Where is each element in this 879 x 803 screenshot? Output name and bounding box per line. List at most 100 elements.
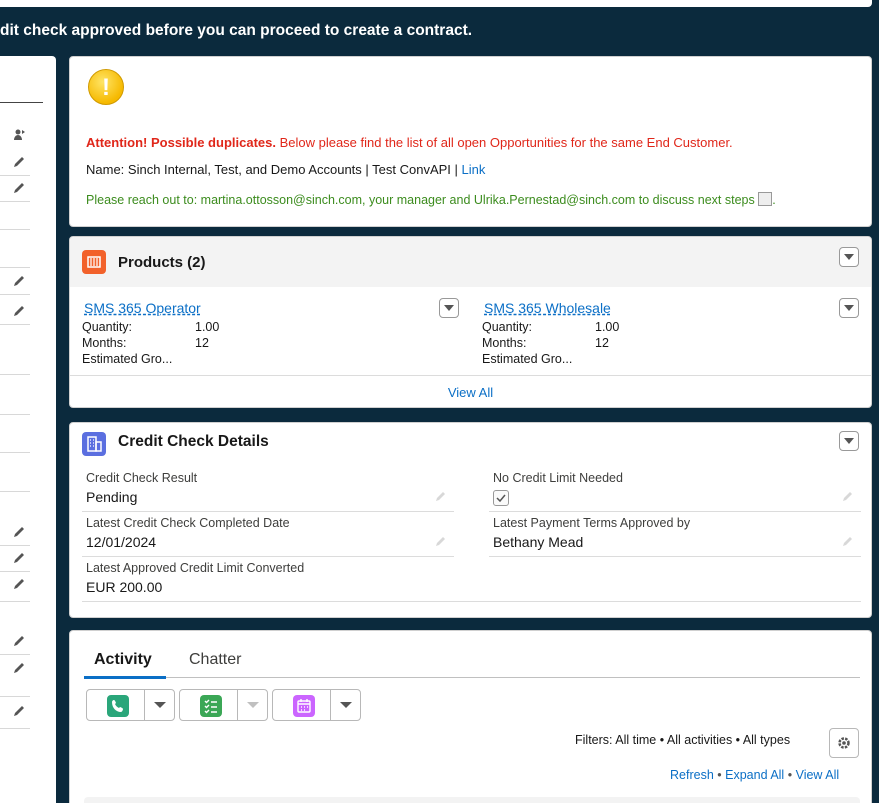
reach-out-tail: . <box>772 193 776 207</box>
top-card-edge <box>0 0 872 7</box>
field-divider <box>0 229 30 230</box>
field-divider <box>0 324 30 325</box>
quantity-value: 1.00 <box>595 320 620 334</box>
left-panel-divider <box>0 102 43 103</box>
chevron-down-icon[interactable] <box>340 702 352 708</box>
field-divider <box>489 511 861 512</box>
products-card: Products (2) SMS 365 Operator Quantity: … <box>69 236 872 408</box>
field-divider <box>0 267 30 268</box>
pencil-icon[interactable] <box>12 181 26 195</box>
pencil-icon[interactable] <box>12 155 26 169</box>
expand-all-link[interactable]: Expand All <box>725 768 784 782</box>
credit-check-title: Credit Check Details <box>118 433 269 450</box>
reach-out-line: Please reach out to: martina.ottosson@si… <box>86 192 776 207</box>
chevron-down-icon <box>247 702 259 708</box>
payment-terms-approved-link[interactable]: Bethany Mead <box>493 534 583 550</box>
duplicate-name-line: Name: Sinch Internal, Test, and Demo Acc… <box>86 162 485 177</box>
pencil-icon[interactable] <box>12 304 26 318</box>
products-title: Products (2) <box>118 254 206 271</box>
pencil-icon[interactable] <box>435 535 447 547</box>
activity-card: Activity Chatter Filters: All time • All… <box>69 630 872 803</box>
field-divider <box>489 556 861 557</box>
warning-icon: ! <box>88 69 124 105</box>
new-event-button[interactable] <box>272 689 361 721</box>
button-separator <box>330 690 331 720</box>
months-value: 12 <box>595 336 609 350</box>
quantity-value: 1.00 <box>195 320 220 334</box>
pencil-icon[interactable] <box>12 551 26 565</box>
calendar-icon <box>293 695 315 717</box>
activity-filters-text: Filters: All time • All activities • All… <box>575 733 791 747</box>
new-task-button[interactable] <box>179 689 268 721</box>
field-divider <box>0 414 30 415</box>
tab-activity[interactable]: Activity <box>94 651 152 669</box>
pencil-icon[interactable] <box>842 535 854 547</box>
gear-icon <box>838 737 850 749</box>
field-divider <box>0 654 30 655</box>
products-footer-divider <box>70 375 871 376</box>
product-row-menu-button[interactable] <box>439 298 459 318</box>
quantity-label: Quantity: <box>82 320 133 334</box>
change-owner-icon[interactable] <box>12 128 26 142</box>
duplicate-link[interactable]: Link <box>462 162 486 177</box>
credit-check-result-value: Pending <box>86 489 138 505</box>
phone-icon <box>107 695 129 717</box>
no-credit-limit-label: No Credit Limit Needed <box>493 471 623 485</box>
field-divider <box>0 601 30 602</box>
attention-line: Attention! Possible duplicates. Below pl… <box>86 135 733 150</box>
field-divider <box>82 511 454 512</box>
activity-links: Refresh • Expand All • View All <box>670 768 839 782</box>
pencil-icon[interactable] <box>435 490 447 502</box>
pencil-icon[interactable] <box>12 274 26 288</box>
product-link[interactable]: SMS 365 Operator <box>84 300 201 316</box>
field-divider <box>0 491 30 492</box>
field-divider <box>82 556 454 557</box>
pencil-icon[interactable] <box>12 634 26 648</box>
broken-image-icon <box>758 192 773 206</box>
field-divider <box>0 201 30 202</box>
pencil-icon[interactable] <box>12 661 26 675</box>
estimated-label: Estimated Gro... <box>482 352 573 366</box>
field-divider <box>0 571 30 572</box>
products-view-all-link[interactable]: View All <box>70 385 871 400</box>
pencil-icon[interactable] <box>12 577 26 591</box>
pencil-icon[interactable] <box>12 704 26 718</box>
field-divider <box>0 452 30 453</box>
field-divider <box>0 294 30 295</box>
months-label: Months: <box>482 336 527 350</box>
duplicate-name-text: Name: Sinch Internal, Test, and Demo Acc… <box>86 162 462 177</box>
field-divider <box>0 728 30 729</box>
pencil-icon[interactable] <box>842 490 854 502</box>
field-divider <box>0 374 30 375</box>
refresh-link[interactable]: Refresh <box>670 768 714 782</box>
activity-settings-button[interactable] <box>829 728 859 758</box>
field-divider <box>0 696 30 697</box>
active-tab-indicator <box>84 676 166 679</box>
field-divider <box>0 545 30 546</box>
log-call-button[interactable] <box>86 689 175 721</box>
tab-chatter[interactable]: Chatter <box>189 651 241 669</box>
months-label: Months: <box>82 336 127 350</box>
activity-timeline-section <box>84 797 860 803</box>
credit-check-result-label: Credit Check Result <box>86 471 198 485</box>
latest-credit-check-date-label: Latest Credit Check Completed Date <box>86 516 290 530</box>
payment-terms-approved-label: Latest Payment Terms Approved by <box>493 516 691 530</box>
product-row-menu-button[interactable] <box>839 298 859 318</box>
view-all-link[interactable]: View All <box>796 768 840 782</box>
task-icon <box>200 695 222 717</box>
pencil-icon[interactable] <box>12 525 26 539</box>
product-link[interactable]: SMS 365 Wholesale <box>484 300 611 316</box>
products-menu-button[interactable] <box>839 247 859 267</box>
chevron-down-icon[interactable] <box>154 702 166 708</box>
field-divider <box>82 601 861 602</box>
link-separator: • <box>787 768 793 782</box>
button-separator <box>144 690 145 720</box>
approved-credit-limit-label: Latest Approved Credit Limit Converted <box>86 561 305 575</box>
credit-check-menu-button[interactable] <box>839 431 859 451</box>
attention-label: Attention! Possible duplicates. <box>86 135 276 150</box>
reach-out-text: Please reach out to: martina.ottosson@si… <box>86 193 755 207</box>
products-icon <box>82 250 106 274</box>
credit-check-icon <box>82 432 106 456</box>
approved-credit-limit-value: EUR 200.00 <box>86 579 163 595</box>
no-credit-limit-checkbox <box>493 490 509 506</box>
